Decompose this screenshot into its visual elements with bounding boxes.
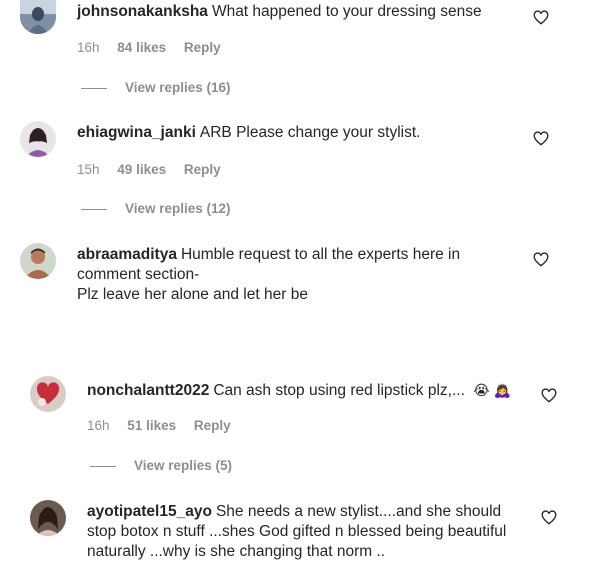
reply-button[interactable]: Reply: [184, 162, 221, 177]
comment-text: nonchalantt2022 Can ash stop using red li…: [87, 380, 527, 401]
avatar[interactable]: [30, 376, 66, 412]
reply-button[interactable]: Reply: [194, 418, 231, 433]
username[interactable]: ayotipatel15_ayo: [87, 503, 212, 520]
replies-divider: [81, 87, 107, 89]
comment-text: abraamaditya Humble request to all the ex…: [77, 245, 517, 305]
comment-body-line2: Plz leave her alone and let her be: [77, 286, 308, 303]
heart-outline-icon[interactable]: [541, 510, 557, 526]
avatar[interactable]: [20, 243, 56, 279]
bowing-woman-emoji: 🙇‍♀️: [493, 382, 511, 398]
comment-text: johnsonakanksha What happened to your dre…: [77, 2, 517, 22]
username[interactable]: johnsonakanksha: [77, 3, 208, 20]
replies-divider: [90, 465, 116, 467]
timestamp: 15h: [77, 162, 100, 177]
view-replies-label: View replies (5): [134, 458, 233, 473]
likes-count[interactable]: 51 likes: [127, 418, 176, 433]
avatar[interactable]: [20, 0, 56, 34]
view-replies-button[interactable]: View replies (5): [90, 458, 232, 473]
heart-outline-icon[interactable]: [533, 131, 549, 147]
comment-body: What happened to your dressing sense: [211, 3, 482, 20]
likes-count[interactable]: 49 likes: [117, 162, 166, 177]
comment-meta: 15h 49 likes Reply: [77, 162, 235, 177]
comment-body: ARB Please change your stylist.: [199, 124, 421, 141]
avatar[interactable]: [30, 500, 66, 536]
username[interactable]: ehiagwina_janki: [77, 124, 196, 141]
heart-outline-icon[interactable]: [533, 10, 549, 26]
heart-outline-icon[interactable]: [541, 388, 557, 404]
likes-count[interactable]: 84 likes: [117, 40, 166, 55]
view-replies-button[interactable]: View replies (12): [81, 201, 231, 216]
avatar[interactable]: [20, 121, 56, 157]
comment-text: ehiagwina_janki ARB Please change your st…: [77, 123, 517, 143]
crying-face-emoji: 😭: [473, 382, 490, 398]
replies-divider: [81, 208, 107, 210]
view-replies-button[interactable]: View replies (16): [81, 80, 231, 95]
timestamp: 16h: [87, 418, 110, 433]
comment-meta: 16h 51 likes Reply: [87, 418, 245, 433]
username[interactable]: abraamaditya: [77, 246, 177, 263]
comment-body: Can ash stop using red lipstick plz,...: [213, 382, 465, 399]
comment-text: ayotipatel15_ayo She needs a new stylist.…: [87, 502, 527, 562]
view-replies-label: View replies (12): [125, 201, 231, 216]
reply-button[interactable]: Reply: [184, 40, 221, 55]
heart-outline-icon[interactable]: [533, 252, 549, 268]
timestamp: 16h: [77, 40, 100, 55]
comment-meta: 16h 84 likes Reply: [77, 40, 235, 55]
username[interactable]: nonchalantt2022: [87, 382, 209, 399]
view-replies-label: View replies (16): [125, 80, 231, 95]
